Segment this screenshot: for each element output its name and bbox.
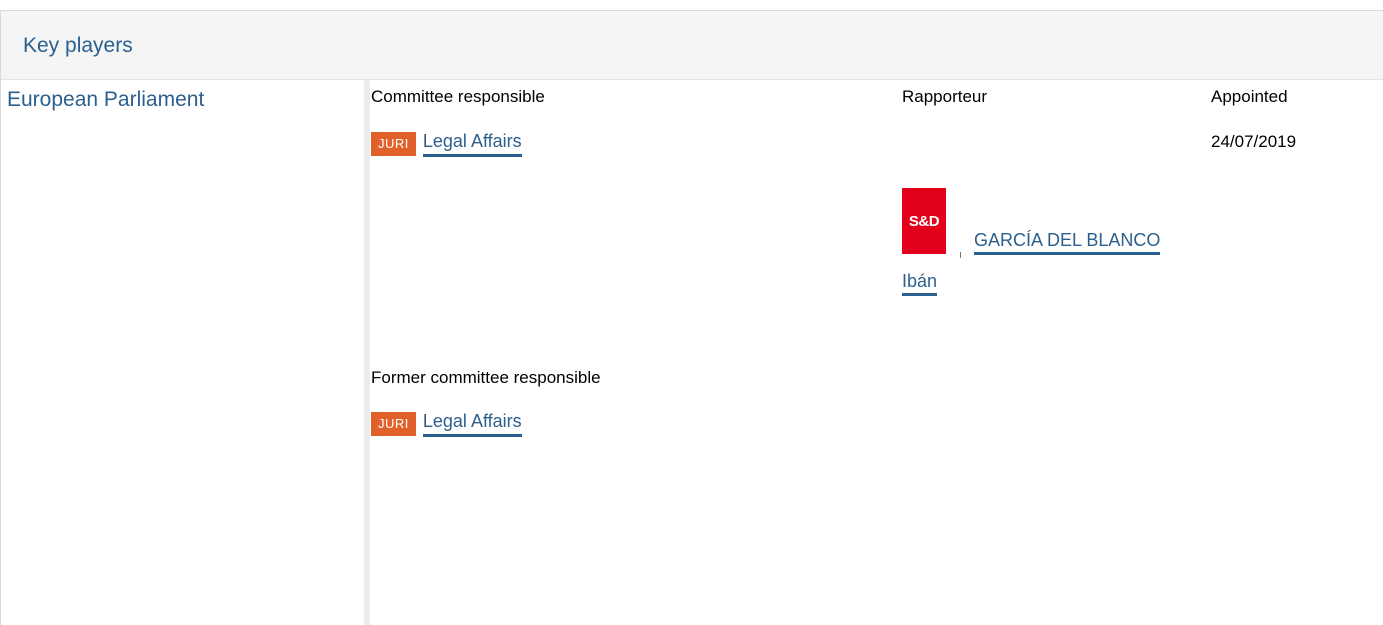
section-header: Key players	[1, 11, 1383, 80]
logo-separator	[960, 252, 961, 258]
column-divider	[364, 80, 370, 625]
committee-link-legal-affairs[interactable]: Legal Affairs	[422, 131, 522, 157]
appointed-date: 24/07/2019	[1211, 132, 1297, 151]
rapporteur-name-line1: GARCÍA DEL BLANCO	[974, 230, 1161, 255]
former-committee-link-legal-affairs[interactable]: Legal Affairs	[422, 411, 522, 437]
column-header-committee: Committee responsible	[371, 87, 545, 106]
institution-european-parliament: European Parliament	[7, 88, 205, 111]
column-header-rapporteur: Rapporteur	[902, 87, 988, 106]
rapporteur-link-firstname[interactable]: Ibán	[902, 271, 938, 296]
former-committee-row: JURI Legal Affairs	[371, 411, 522, 437]
sd-group-logo: S&D	[902, 188, 946, 254]
rapporteur-name-line2: Ibán	[902, 271, 938, 296]
committee-badge-juri: JURI	[371, 132, 416, 156]
former-committee-heading: Former committee responsible	[371, 368, 601, 387]
sd-logo-text: S&D	[908, 212, 940, 230]
rapporteur-link[interactable]: GARCÍA DEL BLANCO	[974, 230, 1161, 255]
former-committee-badge-juri: JURI	[371, 412, 416, 436]
section-title: Key players	[23, 34, 133, 57]
key-players-panel	[0, 10, 1383, 625]
committee-responsible-row: JURI Legal Affairs	[371, 131, 522, 157]
column-header-appointed: Appointed	[1211, 87, 1288, 106]
